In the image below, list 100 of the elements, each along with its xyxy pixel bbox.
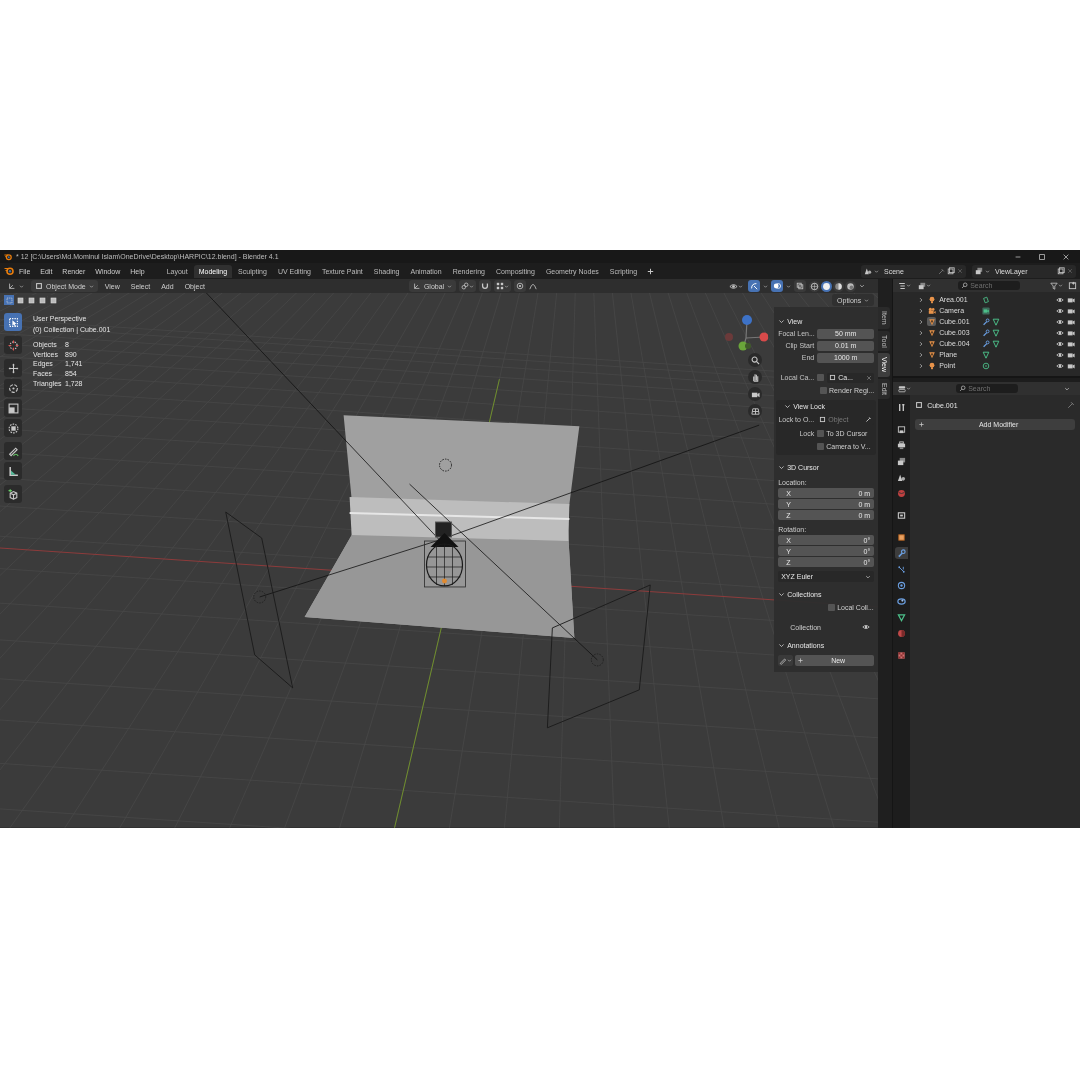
xray-icon	[796, 282, 805, 290]
move-arrows-icon	[7, 362, 19, 374]
sphere-icon	[846, 281, 856, 291]
chevron-icon	[778, 590, 786, 598]
tool-button[interactable]	[4, 462, 22, 480]
eye-icon[interactable]	[1056, 339, 1064, 348]
wireframe-shading-button[interactable]	[809, 280, 821, 292]
properties-tab[interactable]	[895, 595, 909, 607]
properties-tab[interactable]	[895, 611, 909, 623]
sphere-icon	[834, 281, 844, 291]
camera-data-icon	[982, 306, 991, 315]
ruler-icon	[7, 465, 19, 477]
pin-icon[interactable]	[1067, 401, 1075, 409]
properties-tab[interactable]	[895, 547, 909, 559]
tool-button[interactable]	[4, 419, 22, 437]
eye-icon[interactable]	[1056, 295, 1064, 304]
axes-icon	[412, 282, 421, 290]
camera-icon[interactable]	[1067, 328, 1075, 337]
chevron-icon[interactable]	[859, 283, 866, 289]
camera-icon	[927, 306, 936, 315]
tool-button[interactable]	[4, 336, 22, 354]
triangle-icon	[927, 328, 936, 337]
chevron-icon	[864, 297, 870, 303]
eyedropper-icon	[865, 416, 873, 423]
eye-icon[interactable]	[1056, 361, 1064, 370]
close-icon[interactable]	[1062, 252, 1070, 261]
tool-button[interactable]	[4, 485, 22, 503]
chevron-icon	[504, 283, 510, 289]
eye-icon[interactable]	[862, 623, 871, 631]
eye-icon[interactable]	[1056, 306, 1064, 315]
solid-shading-button[interactable]	[821, 280, 833, 292]
particles-icon	[897, 564, 907, 574]
proportional-toggle[interactable]	[514, 280, 527, 292]
selection-mode-button[interactable]	[15, 295, 25, 305]
material-shading-button[interactable]	[833, 280, 845, 292]
tool-button[interactable]	[4, 379, 22, 397]
selection-mode-button[interactable]	[37, 295, 47, 305]
chevron-icon	[926, 283, 932, 288]
pen-icon	[779, 656, 788, 665]
gizmo-icon	[750, 282, 759, 290]
chevron-icon[interactable]	[1064, 385, 1070, 392]
eye-icon[interactable]	[1056, 328, 1064, 337]
chevron-icon	[447, 283, 453, 289]
blender-logo-icon	[4, 252, 12, 261]
tool-button[interactable]	[4, 442, 22, 460]
eye-icon[interactable]	[1056, 350, 1064, 359]
chevron-icon[interactable]	[786, 283, 792, 289]
triangle-icon	[927, 339, 936, 348]
pen-icon	[7, 445, 19, 457]
tool-button[interactable]	[4, 399, 22, 417]
plus-icon	[797, 657, 805, 664]
triangle-icon	[927, 350, 936, 359]
eye-icon[interactable]	[1056, 317, 1064, 326]
camera-icon[interactable]	[1067, 295, 1075, 304]
overlay-icon	[773, 282, 782, 290]
chevron-icon	[88, 283, 94, 289]
camera-icon[interactable]	[1067, 350, 1075, 359]
snap-target-dropdown[interactable]	[494, 280, 512, 292]
plus-icon[interactable]	[646, 266, 656, 276]
select-box-icon	[7, 316, 19, 328]
camera-icon[interactable]	[1067, 317, 1075, 326]
new-collection-icon[interactable]	[1068, 281, 1077, 290]
camera-icon[interactable]	[1067, 361, 1075, 370]
lamp-marker-icon	[439, 458, 452, 472]
overlay-toggle[interactable]	[771, 280, 784, 292]
chevron-icon[interactable]	[763, 283, 769, 289]
tool-button[interactable]	[4, 313, 22, 331]
selection-mode-button[interactable]	[26, 295, 36, 305]
gizmo-toggle[interactable]	[748, 280, 761, 292]
annotation-type-dropdown[interactable]	[778, 655, 794, 666]
point-light-icon	[982, 361, 991, 370]
bottle-drawing	[424, 521, 466, 588]
camera-icon[interactable]	[1067, 339, 1075, 348]
tool-button[interactable]	[4, 359, 22, 377]
chevron-icon	[1058, 283, 1063, 288]
box-icon	[897, 510, 907, 520]
copy-icon[interactable]	[1057, 267, 1065, 275]
hand-icon	[750, 372, 760, 382]
sphere-icon	[897, 628, 907, 638]
rendered-shading-button[interactable]	[845, 280, 857, 292]
axes-icon	[8, 282, 16, 290]
close-icon[interactable]	[866, 374, 873, 381]
chevron-icon	[778, 317, 786, 325]
checkbox[interactable]	[817, 374, 825, 381]
falloff-curve-icon[interactable]	[529, 282, 538, 290]
selection-mode-button[interactable]	[48, 295, 58, 305]
triangle-icon	[897, 612, 907, 622]
square-icon	[897, 532, 907, 542]
ring-icon	[897, 596, 907, 606]
camera-icon[interactable]	[1067, 306, 1075, 315]
chevron-icon	[469, 283, 475, 289]
wrench-icon	[982, 317, 991, 326]
xray-toggle[interactable]	[794, 280, 807, 292]
snap-toggle[interactable]	[479, 280, 492, 292]
wrench-icon	[982, 339, 991, 348]
pivot-dropdown[interactable]	[459, 280, 477, 292]
camera-back-icon	[897, 424, 907, 434]
copy-icon[interactable]	[947, 267, 955, 275]
blender-logo-icon[interactable]	[4, 266, 14, 276]
maximize-icon[interactable]	[1038, 252, 1046, 261]
